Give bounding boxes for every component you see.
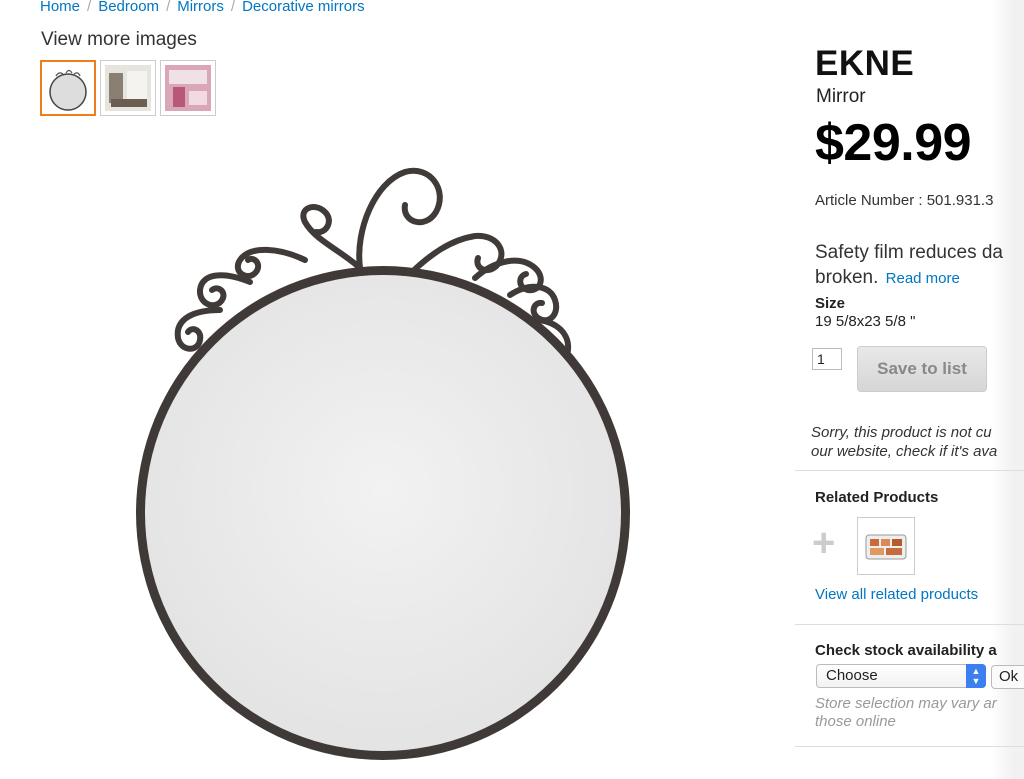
storage-box-image: [865, 534, 907, 560]
read-more-link[interactable]: Read more: [886, 270, 960, 287]
thumbnail-strip: [40, 60, 216, 116]
breadcrumb-bedroom[interactable]: Bedroom: [98, 0, 159, 15]
breadcrumb-mirrors[interactable]: Mirrors: [177, 0, 224, 15]
mirror-image: [136, 167, 630, 760]
article-number: Article Number : 501.931.3: [815, 192, 994, 209]
size-label: Size: [815, 295, 846, 312]
store-note-line-1: Store selection may vary ar: [815, 695, 997, 712]
availability-notice: Sorry, this product is not cu our websit…: [811, 423, 1024, 461]
product-main-image: [130, 160, 640, 775]
plus-icon: +: [812, 521, 836, 565]
description-line-2: broken.: [815, 267, 879, 288]
breadcrumb-separator: /: [166, 0, 171, 15]
thumbnail-mirror[interactable]: [40, 60, 96, 116]
room-thumbnail-image: [165, 65, 211, 111]
availability-notice-line-2: our website, check if it's ava: [811, 443, 998, 460]
store-select-value: Choose: [826, 667, 878, 684]
size-value: 19 5/8x23 5/8 ": [815, 313, 916, 330]
description-line-2-wrap: broken. Read more: [815, 265, 1024, 291]
quantity-input[interactable]: [812, 348, 842, 370]
breadcrumb-home[interactable]: Home: [40, 0, 80, 15]
divider: [795, 470, 1024, 471]
related-products-title: Related Products: [815, 489, 939, 506]
product-type: Mirror: [816, 86, 866, 107]
ok-button[interactable]: Ok: [991, 665, 1024, 689]
product-description: Safety film reduces da broken. Read more: [815, 240, 1024, 291]
availability-notice-line-1: Sorry, this product is not cu: [811, 424, 992, 441]
divider: [795, 624, 1024, 625]
divider: [795, 746, 1024, 747]
room-thumbnail-image: [105, 65, 151, 111]
breadcrumb-separator: /: [230, 0, 236, 15]
view-more-images-label: View more images: [41, 29, 197, 50]
thumbnail-room-2[interactable]: [160, 60, 216, 116]
store-note-line-2: those online: [815, 713, 896, 730]
view-all-related-link[interactable]: View all related products: [815, 586, 978, 603]
mirror-thumbnail-image: [49, 69, 87, 111]
related-product-thumbnail[interactable]: [857, 517, 915, 575]
save-to-list-button[interactable]: Save to list: [857, 346, 987, 392]
thumbnail-room-1[interactable]: [100, 60, 156, 116]
breadcrumb-separator: /: [87, 0, 92, 15]
breadcrumb: Home / Bedroom / Mirrors / Decorative mirrors: [40, 0, 365, 15]
select-arrows-icon: ▲ ▼: [966, 664, 986, 688]
breadcrumb-decorative-mirrors[interactable]: Decorative mirrors: [242, 0, 365, 15]
store-select[interactable]: Choose ▲ ▼: [816, 664, 986, 688]
description-line-1: Safety film reduces da: [815, 242, 1003, 263]
product-name: EKNE: [815, 44, 915, 83]
product-price: $29.99: [815, 114, 972, 172]
store-selection-note: Store selection may vary ar those online: [815, 695, 997, 731]
page-edge-shadow: [990, 0, 1024, 779]
stock-availability-title: Check stock availability a: [815, 642, 997, 659]
